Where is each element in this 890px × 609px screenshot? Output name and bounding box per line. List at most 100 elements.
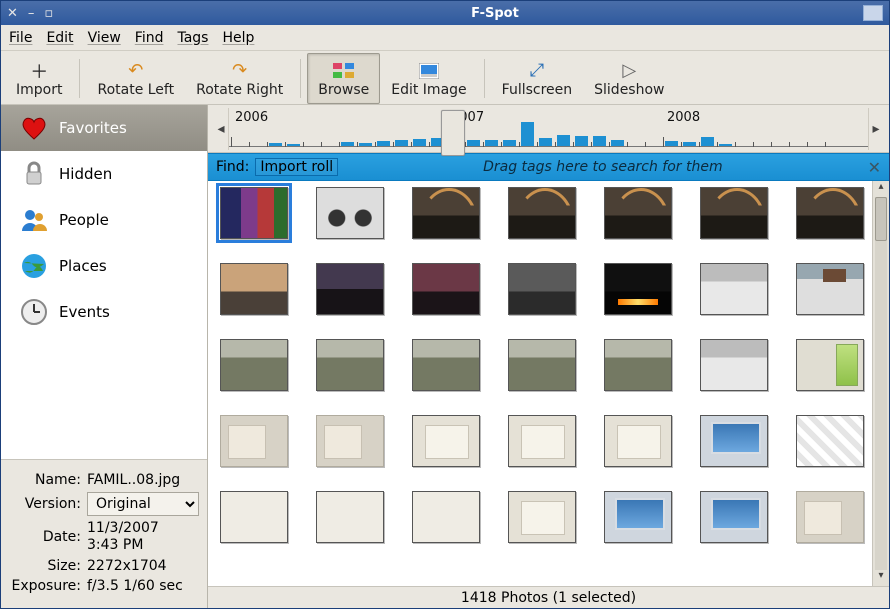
- thumbnail[interactable]: [796, 339, 864, 391]
- timeline-bar[interactable]: [557, 135, 570, 146]
- timeline-bar[interactable]: [485, 140, 498, 146]
- tag-list[interactable]: FavoritesHiddenPeoplePlaces Events: [1, 105, 207, 459]
- thumbnail[interactable]: [412, 491, 480, 543]
- import-button[interactable]: ＋ Import: [5, 53, 73, 104]
- thumbnail[interactable]: [604, 263, 672, 315]
- sidebar-item-people[interactable]: People: [1, 197, 207, 243]
- timeline-bar[interactable]: [701, 137, 714, 146]
- thumbnail[interactable]: [604, 187, 672, 239]
- thumbnail[interactable]: [796, 263, 864, 315]
- thumbnail[interactable]: [316, 263, 384, 315]
- slideshow-button[interactable]: ▷ Slideshow: [583, 53, 675, 104]
- timeline-handle[interactable]: [441, 110, 465, 156]
- timeline-bar[interactable]: [683, 142, 696, 146]
- menu-file[interactable]: File: [9, 30, 32, 46]
- thumbnail[interactable]: [316, 339, 384, 391]
- thumbnail[interactable]: [220, 491, 288, 543]
- timeline-bar[interactable]: [359, 143, 372, 146]
- meta-size-label: Size:: [9, 558, 87, 574]
- edit-image-button[interactable]: Edit Image: [380, 53, 477, 104]
- thumbnail[interactable]: [412, 415, 480, 467]
- fullscreen-button[interactable]: ⤢ Fullscreen: [491, 53, 583, 104]
- window-close-icon[interactable]: ✕: [7, 6, 18, 21]
- thumbnail[interactable]: [700, 187, 768, 239]
- thumbnail[interactable]: [700, 263, 768, 315]
- timeline-tick: [573, 142, 574, 147]
- menu-edit[interactable]: Edit: [46, 30, 73, 46]
- sidebar-item-places[interactable]: Places: [1, 243, 207, 289]
- timeline-body[interactable]: 200620072008: [228, 108, 869, 150]
- sidebar-item-events[interactable]: Events: [1, 289, 207, 335]
- thumbnail[interactable]: [796, 491, 864, 543]
- thumbnail[interactable]: [220, 263, 288, 315]
- thumbnail[interactable]: [508, 415, 576, 467]
- vertical-scrollbar[interactable]: ▴ ▾: [872, 181, 889, 586]
- thumbnail[interactable]: [316, 415, 384, 467]
- timeline-bar[interactable]: [413, 139, 426, 146]
- window-minimize-icon[interactable]: –: [28, 6, 35, 21]
- thumbnail[interactable]: [220, 339, 288, 391]
- timeline-bar[interactable]: [269, 143, 282, 146]
- thumbnail[interactable]: [508, 187, 576, 239]
- browse-button[interactable]: Browse: [307, 53, 380, 104]
- rotate-right-button[interactable]: ↷ Rotate Right: [185, 53, 294, 104]
- rotate-left-button[interactable]: ↶ Rotate Left: [86, 53, 185, 104]
- timeline-bar[interactable]: [503, 140, 516, 146]
- thumbnail[interactable]: [316, 187, 384, 239]
- find-close-icon[interactable]: ✕: [868, 158, 881, 177]
- timeline-bar[interactable]: [611, 140, 624, 146]
- toolbar: ＋ Import ↶ Rotate Left ↷ Rotate Right Br…: [1, 51, 889, 105]
- timeline-bar[interactable]: [377, 141, 390, 146]
- thumbnail[interactable]: [316, 491, 384, 543]
- timeline-bar[interactable]: [665, 141, 678, 146]
- scroll-down-icon[interactable]: ▾: [873, 570, 889, 586]
- titlebar[interactable]: ✕ – ▫ F-Spot: [1, 1, 889, 25]
- timeline-bar[interactable]: [395, 140, 408, 146]
- find-bar[interactable]: Find: Import roll Drag tags here to sear…: [208, 153, 889, 181]
- menu-find[interactable]: Find: [135, 30, 164, 46]
- thumbnail[interactable]: [508, 339, 576, 391]
- timeline-tick: [339, 142, 340, 147]
- menu-view[interactable]: View: [88, 30, 121, 46]
- scroll-track[interactable]: [875, 197, 887, 570]
- thumbnail[interactable]: [796, 415, 864, 467]
- timeline-year-label: 2008: [667, 110, 700, 125]
- thumbnail[interactable]: [508, 263, 576, 315]
- timeline-next-button[interactable]: ▸: [869, 121, 883, 137]
- thumbnail[interactable]: [604, 491, 672, 543]
- timeline-bar[interactable]: [287, 144, 300, 146]
- thumbnail[interactable]: [412, 339, 480, 391]
- timeline-bar[interactable]: [521, 122, 534, 146]
- timeline-tick: [303, 142, 304, 147]
- sidebar-item-label: Events: [59, 303, 110, 321]
- thumbnail[interactable]: [796, 187, 864, 239]
- thumbnail[interactable]: [220, 187, 288, 239]
- thumbnail[interactable]: [412, 187, 480, 239]
- sidebar-item-hidden[interactable]: Hidden: [1, 151, 207, 197]
- timeline-bar[interactable]: [575, 136, 588, 146]
- thumbnail[interactable]: [220, 415, 288, 467]
- thumbnail[interactable]: [700, 491, 768, 543]
- sidebar-item-favorites[interactable]: Favorites: [1, 105, 207, 151]
- timeline-prev-button[interactable]: ◂: [214, 121, 228, 137]
- window-maximize-icon[interactable]: ▫: [44, 6, 53, 21]
- menu-help[interactable]: Help: [222, 30, 254, 46]
- version-select[interactable]: Original: [87, 492, 199, 516]
- menu-tags[interactable]: Tags: [177, 30, 208, 46]
- thumbnail[interactable]: [700, 415, 768, 467]
- timeline-bar[interactable]: [467, 140, 480, 146]
- thumbnail[interactable]: [604, 415, 672, 467]
- thumbnail[interactable]: [412, 263, 480, 315]
- timeline-bar[interactable]: [719, 144, 732, 146]
- timeline-bar[interactable]: [593, 136, 606, 146]
- timeline[interactable]: ◂ 200620072008 ▸: [208, 105, 889, 153]
- scroll-thumb[interactable]: [875, 197, 887, 241]
- scroll-up-icon[interactable]: ▴: [873, 181, 889, 197]
- thumbnail[interactable]: [508, 491, 576, 543]
- find-import-roll[interactable]: Import roll: [255, 158, 338, 176]
- thumbnail[interactable]: [604, 339, 672, 391]
- thumbnail[interactable]: [700, 339, 768, 391]
- timeline-bar[interactable]: [341, 142, 354, 146]
- thumbnail-grid[interactable]: [208, 181, 872, 586]
- timeline-bar[interactable]: [539, 138, 552, 146]
